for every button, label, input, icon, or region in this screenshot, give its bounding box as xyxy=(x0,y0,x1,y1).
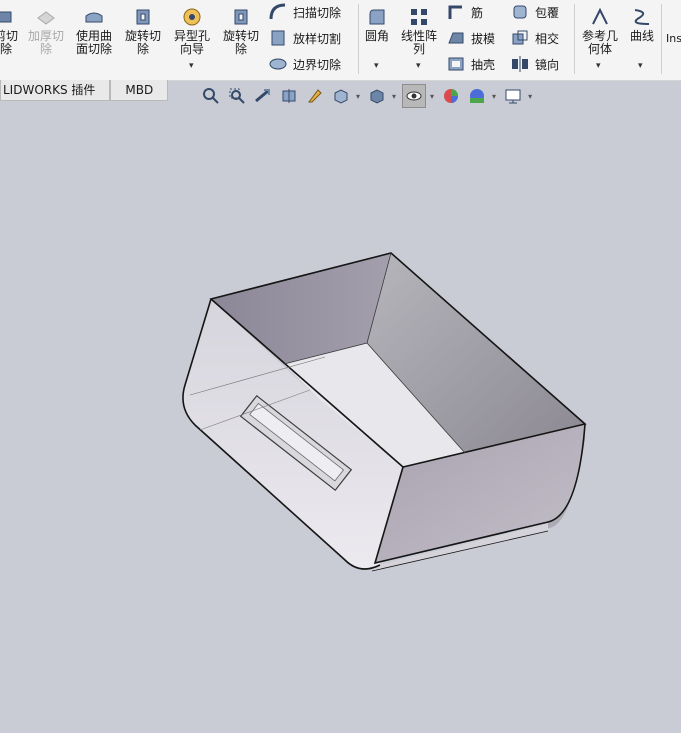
reference-geometry-icon xyxy=(592,7,608,25)
curves-dropdown-icon[interactable]: ▾ xyxy=(638,61,643,71)
curves-button[interactable]: 曲线 xyxy=(626,6,658,43)
draft-button[interactable]: 拔模 xyxy=(446,27,495,49)
cut-button[interactable]: 剪切 除 xyxy=(0,6,18,56)
intersect-icon xyxy=(512,30,528,45)
fillet-dropdown-icon[interactable]: ▾ xyxy=(374,61,379,71)
draft-icon xyxy=(448,32,464,44)
shell-icon xyxy=(448,57,464,71)
mirror-label: 镜向 xyxy=(535,57,560,72)
surface-cut-button[interactable]: 使用曲 面切除 xyxy=(72,6,116,56)
surface-cut-icon xyxy=(85,12,103,23)
intersect-label: 相交 xyxy=(535,31,560,46)
reference-geometry-button[interactable]: 参考几 何体 xyxy=(578,6,622,56)
revolved-cut-2-button[interactable]: 旋转切 除 xyxy=(220,6,262,56)
hole-wizard-label: 异型孔 向导 xyxy=(173,29,210,56)
surface-cut-label: 使用曲 面切除 xyxy=(75,29,112,56)
thicken-cut-icon xyxy=(37,11,55,25)
tab-mbd[interactable]: MBD xyxy=(110,80,169,101)
view-orientation-dropdown-icon[interactable]: ▾ xyxy=(356,92,360,101)
linear-pattern-label: 线性阵 列 xyxy=(400,29,437,56)
curves-icon xyxy=(634,9,650,25)
ribbon-separator xyxy=(661,4,662,74)
curves-label: 曲线 xyxy=(629,29,654,43)
hole-wizard-button[interactable]: 异型孔 向导 xyxy=(170,6,214,56)
fillet-icon xyxy=(369,9,385,25)
tab-addins[interactable]: LIDWORKS 插件 xyxy=(0,80,111,101)
revolved-cut-2-icon xyxy=(234,9,248,25)
reference-geometry-label: 参考几 何体 xyxy=(581,29,618,56)
thicken-cut-label: 加厚切 除 xyxy=(27,29,64,56)
hole-wizard-dropdown-icon[interactable]: ▾ xyxy=(189,61,194,71)
boundary-cut-icon xyxy=(269,58,287,70)
revolved-cut-2-label: 旋转切 除 xyxy=(222,29,259,56)
linear-pattern-icon xyxy=(411,9,427,25)
intersect-button[interactable]: 相交 xyxy=(510,27,559,49)
boundary-cut-button[interactable]: 边界切除 xyxy=(268,53,341,75)
swept-cut-icon xyxy=(269,3,286,20)
revolved-cut-label: 旋转切 除 xyxy=(124,29,161,56)
hole-wizard-icon xyxy=(183,8,201,26)
lofted-cut-button[interactable]: 放样切割 xyxy=(268,27,341,49)
boundary-cut-label: 边界切除 xyxy=(293,57,342,72)
instant3d-label[interactable]: Ins xyxy=(666,32,681,45)
sheet-metal-bin-model[interactable] xyxy=(182,252,587,572)
revolved-cut-button[interactable]: 旋转切 除 xyxy=(122,6,164,56)
draft-label: 拔模 xyxy=(471,31,496,46)
shell-label: 抽壳 xyxy=(471,57,496,72)
linear-pattern-button[interactable]: 线性阵 列 xyxy=(398,6,440,56)
lofted-cut-label: 放样切割 xyxy=(293,31,342,46)
wrap-icon xyxy=(513,5,527,19)
thicken-cut-button[interactable]: 加厚切 除 xyxy=(26,6,66,56)
wrap-button[interactable]: 包覆 xyxy=(510,1,559,23)
mirror-icon xyxy=(512,56,528,72)
revolved-cut-icon xyxy=(136,9,150,25)
reference-geometry-dropdown-icon[interactable]: ▾ xyxy=(596,61,601,71)
ribbon-separator xyxy=(358,4,359,74)
view-settings-dropdown-icon[interactable]: ▾ xyxy=(528,92,532,101)
ribbon-separator xyxy=(574,4,575,74)
swept-cut-label: 扫描切除 xyxy=(293,5,342,20)
fillet-button[interactable]: 圆角 xyxy=(362,6,392,43)
shell-button[interactable]: 抽壳 xyxy=(446,53,495,75)
rib-button[interactable]: 筋 xyxy=(446,1,483,23)
wrap-label: 包覆 xyxy=(535,5,560,20)
graphics-area[interactable] xyxy=(0,104,681,733)
mirror-button[interactable]: 镜向 xyxy=(510,53,559,75)
rib-label: 筋 xyxy=(471,5,484,20)
lofted-cut-icon xyxy=(271,30,285,46)
hide-show-dropdown-icon[interactable]: ▾ xyxy=(430,92,434,101)
linear-pattern-dropdown-icon[interactable]: ▾ xyxy=(416,61,421,71)
fillet-label: 圆角 xyxy=(364,29,389,43)
display-style-dropdown-icon[interactable]: ▾ xyxy=(392,92,396,101)
cut-label: 剪切 除 xyxy=(0,29,19,56)
apply-scene-dropdown-icon[interactable]: ▾ xyxy=(492,92,496,101)
rib-icon xyxy=(448,5,462,19)
cut-icon xyxy=(0,11,12,23)
swept-cut-button[interactable]: 扫描切除 xyxy=(268,1,341,23)
command-manager-ribbon: 剪切 除 加厚切 除 使用曲 面切除 旋转切 除 异型孔 向导 ▾ 旋转切 除 … xyxy=(0,0,681,81)
command-tabs: LIDWORKS 插件 MBD xyxy=(0,80,169,102)
